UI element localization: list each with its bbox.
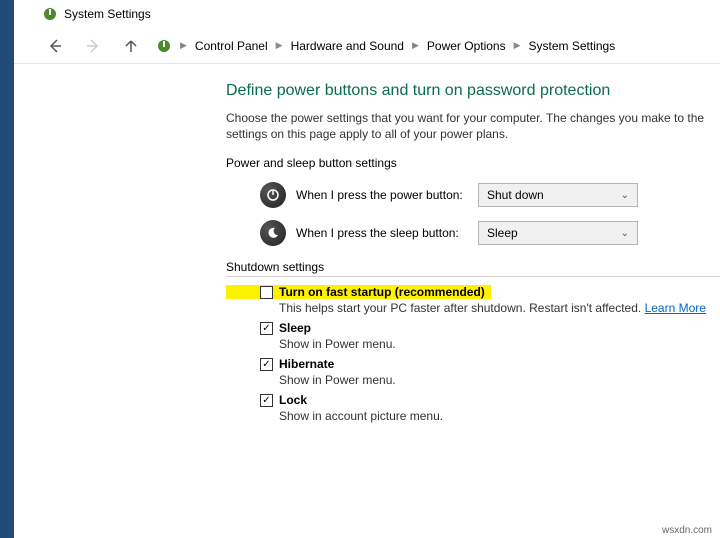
lock-sub: Show in account picture menu. [279,409,720,423]
navbar: ▶ Control Panel ▶ Hardware and Sound ▶ P… [14,28,720,64]
sleep-row: ✓ Sleep [226,321,720,335]
sleep-icon [260,220,286,246]
sleep-button-select[interactable]: Sleep ⌄ [478,221,638,245]
power-button-row: When I press the power button: Shut down… [260,182,720,208]
lock-row: ✓ Lock [226,393,720,407]
power-button-label: When I press the power button: [296,188,468,202]
window-title: System Settings [64,7,151,21]
content-pane: Define power buttons and turn on passwor… [14,64,720,522]
page-heading: Define power buttons and turn on passwor… [226,82,720,100]
breadcrumb[interactable]: ▶ Control Panel ▶ Hardware and Sound ▶ P… [156,38,615,54]
forward-button[interactable] [80,33,106,59]
power-options-icon [156,38,172,54]
chevron-down-icon: ⌄ [621,190,629,201]
power-button-value: Shut down [487,188,544,202]
lock-checkbox[interactable]: ✓ [260,394,273,407]
fast-startup-checkbox[interactable] [260,286,273,299]
sleep-button-row: When I press the sleep button: Sleep ⌄ [260,220,720,246]
hibernate-row: ✓ Hibernate [226,357,720,371]
watermark: wsxdn.com [662,525,712,536]
up-button[interactable] [118,33,144,59]
chevron-right-icon: ▶ [514,40,521,51]
page-description: Choose the power settings that you want … [226,110,720,142]
section-power-sleep: Power and sleep button settings [226,156,720,170]
chevron-right-icon: ▶ [412,40,419,51]
power-icon [260,182,286,208]
sleep-checkbox[interactable]: ✓ [260,322,273,335]
back-button[interactable] [42,33,68,59]
power-options-icon [42,6,58,22]
breadcrumb-item[interactable]: Power Options [427,39,506,53]
breadcrumb-item[interactable]: System Settings [529,39,616,53]
chevron-right-icon: ▶ [180,40,187,51]
chevron-down-icon: ⌄ [621,228,629,239]
titlebar: System Settings [14,0,720,28]
sleep-sub: Show in Power menu. [279,337,720,351]
fast-startup-row: Turn on fast startup (recommended) [226,285,491,299]
breadcrumb-item[interactable]: Control Panel [195,39,268,53]
lock-label: Lock [279,393,307,407]
hibernate-label: Hibernate [279,357,334,371]
sleep-label: Sleep [279,321,311,335]
fast-startup-sub: This helps start your PC faster after sh… [279,301,720,315]
fast-startup-label: Turn on fast startup (recommended) [279,285,485,299]
sleep-button-value: Sleep [487,226,518,240]
hibernate-checkbox[interactable]: ✓ [260,358,273,371]
hibernate-sub: Show in Power menu. [279,373,720,387]
section-shutdown: Shutdown settings [226,260,720,277]
power-button-select[interactable]: Shut down ⌄ [478,183,638,207]
breadcrumb-item[interactable]: Hardware and Sound [291,39,404,53]
learn-more-link[interactable]: Learn More [645,301,706,315]
chevron-right-icon: ▶ [276,40,283,51]
window-edge [0,0,14,538]
sleep-button-label: When I press the sleep button: [296,226,468,240]
